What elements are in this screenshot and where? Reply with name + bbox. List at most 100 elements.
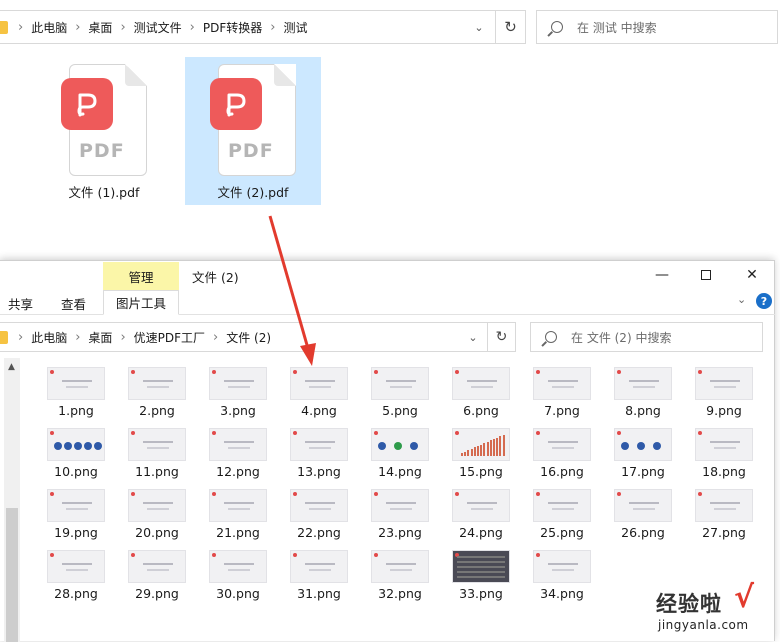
- minimize-icon: —: [655, 267, 669, 283]
- preview-line: [309, 447, 331, 449]
- preview-line: [386, 563, 416, 565]
- refresh-button[interactable]: ↻: [488, 322, 516, 352]
- page-fold: [274, 64, 296, 86]
- address-history-dropdown-icon[interactable]: ⌄: [460, 323, 486, 351]
- preview-mark: [50, 553, 54, 557]
- chevron-right-icon[interactable]: ›: [120, 330, 125, 345]
- tab-view[interactable]: 查看: [61, 294, 86, 313]
- image-thumbnail[interactable]: 17.png: [607, 428, 679, 479]
- scroll-up-icon[interactable]: ▲: [8, 362, 15, 372]
- image-thumbnail[interactable]: 14.png: [364, 428, 436, 479]
- image-thumbnail[interactable]: 4.png: [283, 367, 355, 418]
- image-thumbnail[interactable]: 2.png: [121, 367, 193, 418]
- image-thumbnail[interactable]: 8.png: [607, 367, 679, 418]
- image-thumbnail[interactable]: 5.png: [364, 367, 436, 418]
- image-preview: [290, 428, 348, 461]
- image-thumbnail[interactable]: 25.png: [526, 489, 598, 540]
- image-thumbnail[interactable]: 21.png: [202, 489, 274, 540]
- breadcrumb-test-files[interactable]: 测试文件: [134, 19, 182, 36]
- image-preview: [209, 367, 267, 400]
- breadcrumb-this-pc[interactable]: 此电脑: [31, 19, 67, 36]
- image-file-name: 34.png: [540, 586, 584, 601]
- file-item-pdf-2[interactable]: PDF 文件 (2).pdf: [185, 57, 321, 205]
- chevron-right-icon[interactable]: ›: [75, 20, 80, 35]
- image-thumbnail[interactable]: 33.png: [445, 550, 517, 601]
- breadcrumb-desktop[interactable]: 桌面: [88, 329, 112, 346]
- help-button[interactable]: ?: [756, 293, 772, 309]
- chevron-right-icon[interactable]: ›: [270, 20, 275, 35]
- preview-line: [143, 563, 173, 565]
- image-thumbnail[interactable]: 1.png: [40, 367, 112, 418]
- image-thumbnail[interactable]: 28.png: [40, 550, 112, 601]
- image-preview: [371, 489, 429, 522]
- image-thumbnail[interactable]: 22.png: [283, 489, 355, 540]
- image-thumbnail[interactable]: 27.png: [688, 489, 760, 540]
- refresh-button[interactable]: ↻: [496, 10, 526, 44]
- image-thumbnail[interactable]: 31.png: [283, 550, 355, 601]
- context-tab-manage[interactable]: 管理: [103, 262, 179, 290]
- image-thumbnail[interactable]: 32.png: [364, 550, 436, 601]
- search-input[interactable]: 在 文件 (2) 中搜索: [530, 322, 763, 352]
- image-thumbnail[interactable]: 15.png: [445, 428, 517, 479]
- image-thumbnail[interactable]: 6.png: [445, 367, 517, 418]
- breadcrumb-file-2[interactable]: 文件 (2): [226, 329, 271, 346]
- chevron-right-icon[interactable]: ›: [190, 20, 195, 35]
- image-thumbnail[interactable]: 16.png: [526, 428, 598, 479]
- preview-line: [390, 386, 412, 388]
- preview-mark: [455, 370, 459, 374]
- window-title: 文件 (2): [192, 270, 239, 285]
- breadcrumb-desktop[interactable]: 桌面: [88, 19, 112, 36]
- image-thumbnail[interactable]: 10.png: [40, 428, 112, 479]
- preview-line: [548, 441, 578, 443]
- image-preview: [290, 550, 348, 583]
- image-thumbnail[interactable]: 11.png: [121, 428, 193, 479]
- image-thumbnail[interactable]: 34.png: [526, 550, 598, 601]
- image-file-name: 15.png: [459, 464, 503, 479]
- preview-bar: [499, 436, 502, 456]
- image-thumbnail[interactable]: 29.png: [121, 550, 193, 601]
- image-thumbnail[interactable]: 19.png: [40, 489, 112, 540]
- tab-picture-tools[interactable]: 图片工具: [103, 290, 179, 315]
- image-file-name: 20.png: [135, 525, 179, 540]
- file-item-pdf-1[interactable]: PDF 文件 (1).pdf: [36, 58, 172, 206]
- image-thumbnail[interactable]: 12.png: [202, 428, 274, 479]
- image-thumbnail[interactable]: 18.png: [688, 428, 760, 479]
- chevron-right-icon[interactable]: ›: [120, 20, 125, 35]
- chevron-right-icon[interactable]: ›: [213, 330, 218, 345]
- image-thumbnail[interactable]: 23.png: [364, 489, 436, 540]
- breadcrumb-this-pc[interactable]: 此电脑: [31, 329, 67, 346]
- address-bar[interactable]: › 此电脑 › 桌面 › 优速PDF工厂 › 文件 (2) ⌄: [0, 322, 488, 352]
- tab-share[interactable]: 共享: [8, 294, 33, 313]
- address-history-dropdown-icon[interactable]: ⌄: [466, 11, 492, 43]
- search-input[interactable]: 在 测试 中搜索: [536, 10, 778, 44]
- image-thumbnail[interactable]: 9.png: [688, 367, 760, 418]
- image-thumbnail[interactable]: 26.png: [607, 489, 679, 540]
- preview-shape: [653, 442, 661, 450]
- breadcrumb-test[interactable]: 测试: [283, 19, 307, 36]
- maximize-button[interactable]: [696, 265, 716, 285]
- breadcrumb-pdf-converter[interactable]: PDF转换器: [203, 19, 262, 36]
- image-file-name: 23.png: [378, 525, 422, 540]
- preview-shape: [54, 442, 62, 450]
- preview-line: [552, 569, 574, 571]
- minimize-button[interactable]: —: [652, 265, 672, 285]
- preview-mark: [293, 431, 297, 435]
- chevron-right-icon[interactable]: ›: [75, 330, 80, 345]
- preview-bar: [464, 451, 467, 456]
- image-preview: [614, 367, 672, 400]
- expand-ribbon-icon[interactable]: ⌄: [737, 293, 746, 306]
- vertical-scrollbar[interactable]: ▲: [4, 358, 20, 642]
- image-file-name: 6.png: [463, 403, 499, 418]
- preview-line: [228, 569, 250, 571]
- image-thumbnail[interactable]: 30.png: [202, 550, 274, 601]
- image-thumbnail[interactable]: 20.png: [121, 489, 193, 540]
- image-thumbnail[interactable]: 7.png: [526, 367, 598, 418]
- image-thumbnail[interactable]: 24.png: [445, 489, 517, 540]
- scrollbar-thumb[interactable]: [6, 508, 18, 642]
- address-bar[interactable]: › 此电脑 › 桌面 › 测试文件 › PDF转换器 › 测试 ⌄: [0, 10, 496, 44]
- breadcrumb-pdf-factory[interactable]: 优速PDF工厂: [134, 329, 205, 346]
- image-thumbnail[interactable]: 3.png: [202, 367, 274, 418]
- preview-line: [629, 380, 659, 382]
- close-button[interactable]: ✕: [742, 265, 762, 285]
- image-thumbnail[interactable]: 13.png: [283, 428, 355, 479]
